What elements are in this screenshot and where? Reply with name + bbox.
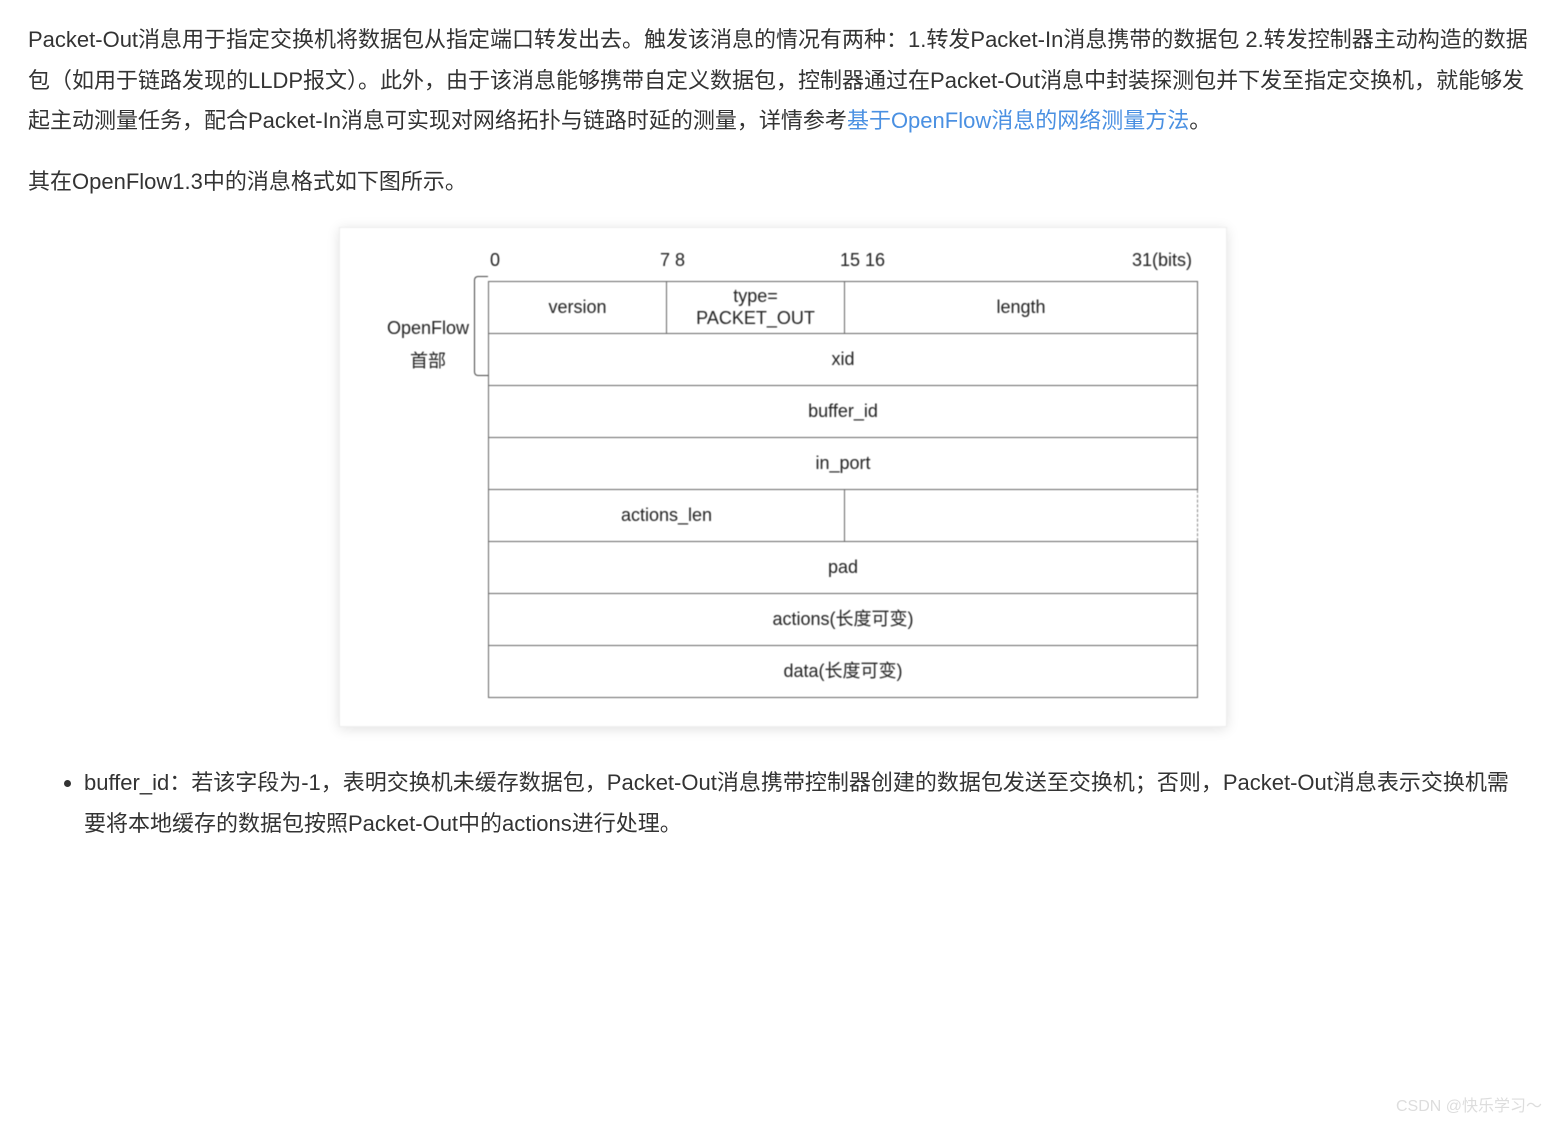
watermark: CSDN @快乐学习～ bbox=[1396, 1092, 1542, 1122]
field-description-list: buffer_id：若该字段为-1，表明交换机未缓存数据包，Packet-Out… bbox=[84, 763, 1538, 844]
cell-data: data(长度可变) bbox=[489, 646, 1198, 698]
p1-text-after: 。 bbox=[1189, 108, 1211, 133]
reference-link[interactable]: 基于OpenFlow消息的网络测量方法 bbox=[847, 108, 1189, 133]
cell-empty bbox=[845, 490, 1198, 542]
bit-label-0: 0 bbox=[490, 244, 660, 277]
cell-version: version bbox=[489, 282, 667, 334]
list-item: buffer_id：若该字段为-1，表明交换机未缓存数据包，Packet-Out… bbox=[84, 763, 1538, 844]
bit-labels-row: 0 7 8 15 16 31(bits) bbox=[490, 244, 1198, 277]
paragraph-1: Packet-Out消息用于指定交换机将数据包从指定端口转发出去。触发该消息的情… bbox=[28, 20, 1538, 142]
cell-actions: actions(长度可变) bbox=[489, 594, 1198, 646]
bit-label-31: 31(bits) bbox=[1030, 244, 1198, 277]
cell-actions-len: actions_len bbox=[489, 490, 845, 542]
cell-xid: xid bbox=[489, 334, 1198, 386]
packet-out-diagram: OpenFlow 首部 0 7 8 15 16 31(bits) version… bbox=[28, 227, 1538, 727]
p1-text-before: Packet-Out消息用于指定交换机将数据包从指定端口转发出去。触发该消息的情… bbox=[28, 27, 1528, 133]
openflow-header-label: OpenFlow 首部 bbox=[368, 244, 488, 379]
cell-in-port: in_port bbox=[489, 438, 1198, 490]
bit-label-1516: 15 16 bbox=[840, 244, 1030, 277]
cell-pad: pad bbox=[489, 542, 1198, 594]
paragraph-2: 其在OpenFlow1.3中的消息格式如下图所示。 bbox=[28, 162, 1538, 203]
packet-format-table: version type= PACKET_OUT length xid buff… bbox=[488, 281, 1198, 698]
cell-buffer-id: buffer_id bbox=[489, 386, 1198, 438]
bit-label-78: 7 8 bbox=[660, 244, 840, 277]
cell-type: type= PACKET_OUT bbox=[667, 282, 845, 334]
cell-length: length bbox=[845, 282, 1198, 334]
bracket-icon bbox=[474, 276, 488, 376]
